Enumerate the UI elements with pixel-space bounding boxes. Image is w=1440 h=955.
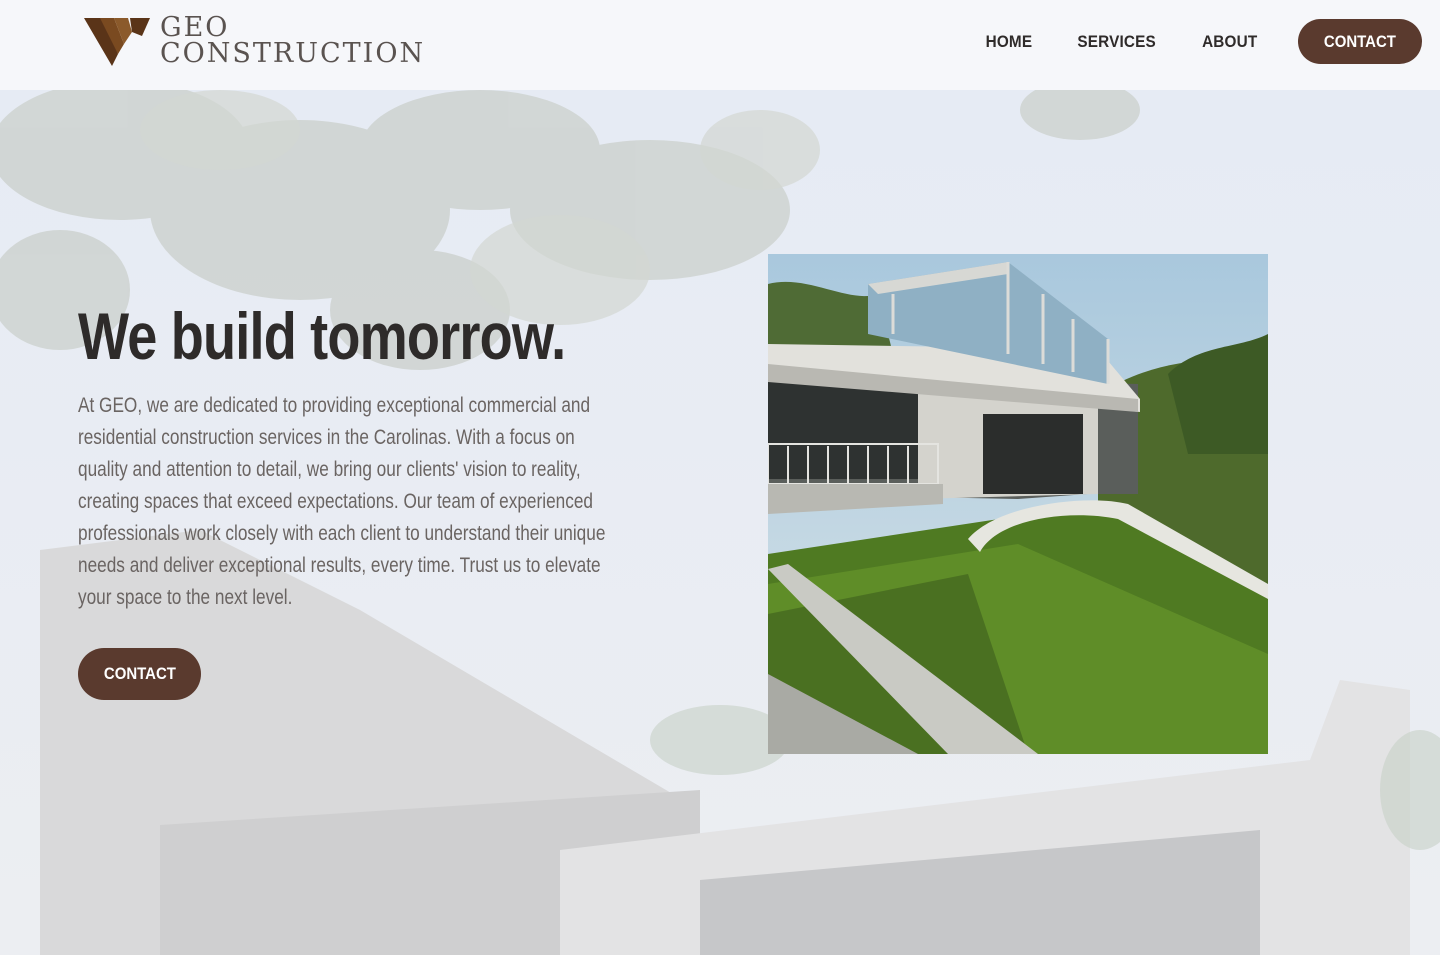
logo[interactable]: GEO CONSTRUCTION: [84, 14, 424, 72]
hero-contact-button[interactable]: CONTACT: [78, 648, 201, 700]
hero-section: We build tomorrow. At GEO, we are dedica…: [0, 90, 1440, 955]
nav-contact-label: CONTACT: [1323, 31, 1397, 51]
logo-line-geo: GEO: [160, 12, 230, 43]
logo-line-construction: CONSTRUCTION: [160, 38, 426, 69]
hero-description: At GEO, we are dedicated to providing ex…: [78, 394, 606, 609]
hero-contact-label: CONTACT: [103, 664, 176, 683]
nav-home[interactable]: HOME: [986, 32, 1033, 52]
hero-title: We build tomorrow.: [78, 299, 566, 373]
main-nav: HOME SERVICES ABOUT CONTACT: [983, 19, 1422, 64]
geo-logo-mark-icon: [84, 18, 150, 66]
nav-about[interactable]: ABOUT: [1202, 32, 1257, 52]
nav-services[interactable]: SERVICES: [1078, 32, 1157, 52]
modern-house-photo-icon: [768, 254, 1268, 754]
nav-contact-button[interactable]: CONTACT: [1298, 19, 1422, 64]
site-header: GEO CONSTRUCTION HOME SERVICES ABOUT CON…: [0, 0, 1440, 90]
